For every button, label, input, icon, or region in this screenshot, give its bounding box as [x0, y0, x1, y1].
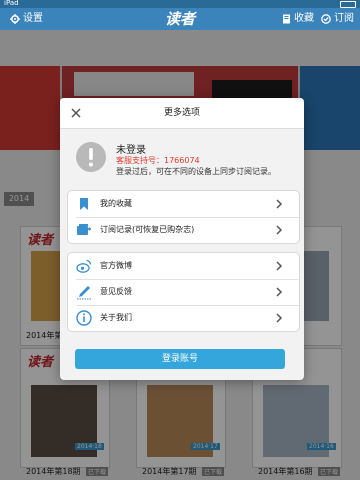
app-logo: 读者 — [165, 10, 196, 28]
close-icon[interactable] — [68, 105, 84, 121]
favorites-button[interactable]: 收藏 — [282, 8, 314, 30]
modal-header: 更多选项 — [60, 98, 304, 129]
bookmark-icon — [80, 198, 88, 210]
battery-icon — [340, 1, 356, 8]
gear-icon — [10, 14, 20, 24]
login-button[interactable]: 登录账号 — [75, 349, 285, 369]
options-group-info: 官方微博 意见反馈 关于我们 — [67, 252, 300, 332]
favorites-icon — [283, 14, 290, 24]
chevron-right-icon — [276, 199, 283, 209]
support-number: 客服支持号：1766074 — [116, 156, 200, 165]
menu-item-label: 意见反馈 — [100, 287, 132, 296]
status-bar: iPad — [0, 0, 360, 8]
menu-item-subscription-records[interactable]: 订阅记录(可恢复已购杂志) — [68, 217, 299, 243]
favorites-label: 收藏 — [294, 13, 314, 24]
weibo-icon — [76, 259, 92, 273]
menu-item-about[interactable]: 关于我们 — [68, 305, 299, 331]
chevron-right-icon — [276, 287, 283, 297]
menu-item-label: 订阅记录(可恢复已购杂志) — [100, 225, 195, 234]
menu-item-label: 官方微博 — [100, 261, 132, 270]
menu-item-label: 关于我们 — [100, 313, 132, 322]
subscription-record-icon — [77, 224, 91, 235]
chevron-right-icon — [276, 313, 283, 323]
menu-item-weibo[interactable]: 官方微博 — [68, 253, 299, 279]
menu-item-favorites[interactable]: 我的收藏 — [68, 191, 299, 217]
subscribe-icon — [321, 14, 331, 24]
user-status: 未登录 — [116, 145, 146, 156]
modal-title: 更多选项 — [163, 108, 200, 118]
more-options-modal: 更多选项 未登录 客服支持号：1766074 登录过后，可在不同的设备上同步订阅… — [60, 98, 304, 380]
chevron-right-icon — [276, 225, 283, 235]
alert-icon — [89, 148, 93, 167]
settings-label: 设置 — [23, 13, 43, 24]
chevron-right-icon — [276, 261, 283, 271]
settings-button[interactable]: 设置 — [10, 8, 43, 30]
options-group-account: 我的收藏 订阅记录(可恢复已购杂志) — [67, 190, 300, 244]
menu-item-feedback[interactable]: 意见反馈 — [68, 279, 299, 305]
subscribe-label: 订阅 — [334, 13, 354, 24]
info-icon — [76, 310, 92, 326]
carrier-label: iPad — [4, 0, 19, 7]
feedback-pencil-icon — [77, 286, 91, 300]
login-hint: 登录过后，可在不同的设备上同步订阅记录。 — [116, 167, 276, 176]
menu-item-label: 我的收藏 — [100, 199, 132, 208]
avatar — [76, 142, 106, 172]
subscribe-button[interactable]: 订阅 — [321, 8, 354, 30]
